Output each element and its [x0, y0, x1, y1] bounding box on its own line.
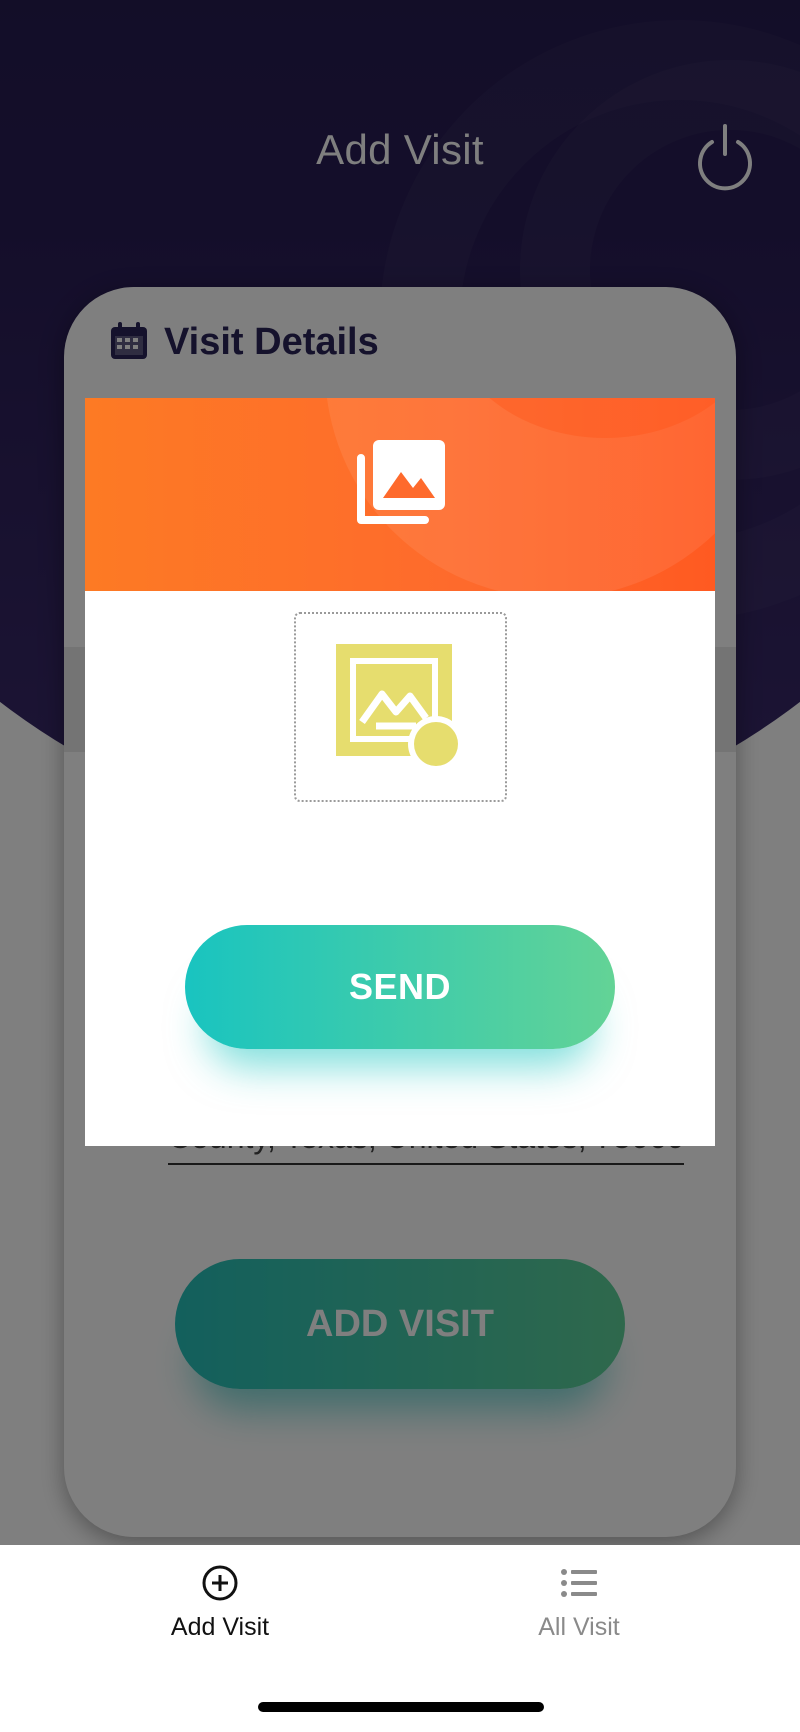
bottom-navigation: Add Visit All Visit [0, 1545, 800, 1732]
image-picker[interactable] [294, 612, 507, 802]
image-upload-dialog: SEND [85, 398, 715, 1146]
nav-item-add-visit[interactable]: Add Visit [100, 1563, 340, 1663]
nav-item-all-visit[interactable]: All Visit [459, 1563, 699, 1663]
home-indicator[interactable] [258, 1702, 544, 1712]
nav-label: Add Visit [170, 1613, 270, 1641]
dialog-header [85, 398, 715, 591]
add-circle-icon [200, 1563, 240, 1603]
list-icon [559, 1563, 599, 1603]
nav-label: All Visit [538, 1613, 620, 1641]
add-photo-icon [336, 644, 466, 774]
photo-library-icon [355, 436, 447, 528]
send-button[interactable]: SEND [185, 925, 615, 1049]
